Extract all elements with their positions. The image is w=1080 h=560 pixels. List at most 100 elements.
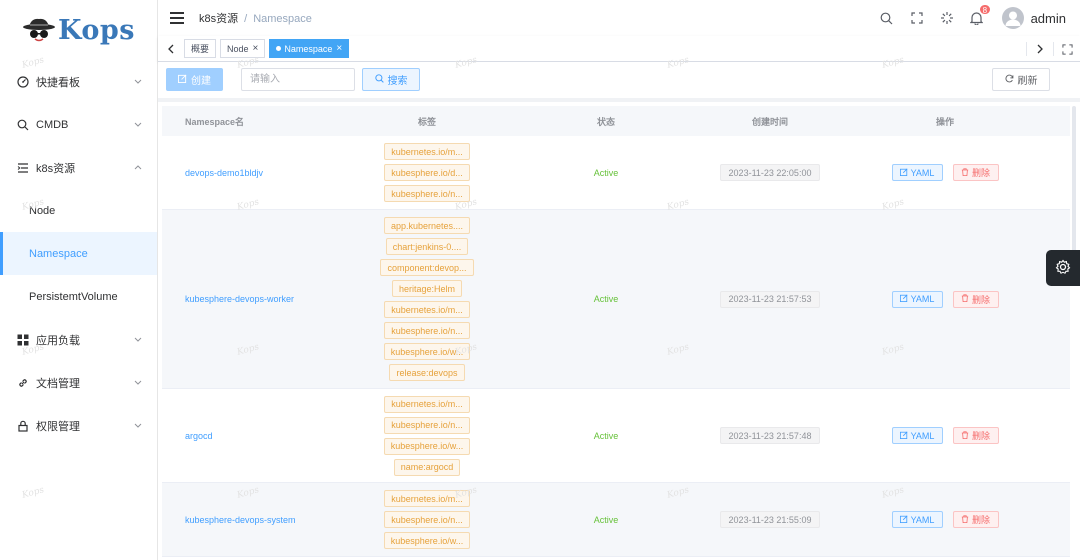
tags-view: 概要 Node × Namespace × [158,36,1080,62]
close-icon[interactable]: × [336,43,342,54]
yaml-button-label: YAML [910,430,935,441]
label-tag: kubesphere.io/w... [383,532,471,549]
status-text: Active [593,514,619,525]
refresh-icon [1005,74,1014,86]
chevron-down-icon [133,421,143,431]
label-tag: heritage:Helm [391,280,463,297]
settings-button[interactable] [1046,250,1080,286]
namespace-name[interactable]: argocd [162,431,362,441]
fullscreen-icon[interactable] [902,0,932,36]
sidebar-item-label: 快捷看板 [36,76,80,89]
notification-badge: 8 [978,4,992,15]
sidebar-item-workloads[interactable]: 应用负载 [0,318,157,361]
sidebar-item-persistentvolume[interactable]: PersistemtVolume [0,275,157,318]
sidebar-item-k8s[interactable]: k8s资源 [0,146,157,189]
search-icon[interactable] [872,0,902,36]
tag-node[interactable]: Node × [220,39,266,58]
sidebar-item-label: CMDB [36,118,69,131]
yaml-button[interactable]: YAML [891,164,943,181]
namespace-table: Namespace名 标签 状态 创建时间 操作 devops-demo1bld… [162,106,1070,557]
lock-icon [16,419,29,432]
search-icon [16,118,29,131]
actions-cell: YAML 删除 [820,164,1070,181]
column-header: 标签 [417,116,436,127]
hamburger-icon[interactable] [170,12,184,24]
edit-icon [178,74,187,86]
namespace-name[interactable]: kubesphere-devops-system [162,515,362,525]
loading-icon[interactable] [932,0,962,36]
column-header: 操作 [935,116,954,127]
yaml-button[interactable]: YAML [891,427,943,444]
yaml-button-label: YAML [910,167,935,178]
table-row: argocd kubernetes.io/m... kubesphere.io/n.… [162,389,1070,483]
username[interactable]: admin [1031,11,1066,26]
label-tag: kubesphere.io/n... [384,416,470,434]
label-tag: kubesphere.io/d... [384,164,470,181]
sidebar-item-node[interactable]: Node [0,189,157,232]
delete-button[interactable]: 删除 [952,511,999,528]
tag-namespace[interactable]: Namespace × [269,39,350,58]
refresh-button-label: 刷新 [1017,76,1038,87]
label-tag: kubesphere.io/n... [384,322,470,339]
close-icon[interactable]: × [253,43,259,54]
delete-button[interactable]: 删除 [952,290,999,308]
label-tag: kubesphere.io/w... [383,343,471,360]
trash-icon [961,294,969,304]
edit-icon [899,168,908,178]
table-body: devops-demo1bldjv kubernetes.io/m... kubes… [162,136,1070,557]
table-header: Namespace名 标签 状态 创建时间 操作 [162,106,1070,136]
bell-icon[interactable]: 8 [962,0,992,36]
sidebar-item-dashboard[interactable]: 快捷看板 [0,60,157,103]
navbar-actions: 8 admin [872,0,1066,36]
label-tag: kubernetes.io/m... [384,143,470,160]
label-tag: kubesphere.io/w... [383,437,471,455]
main-content: 创建 搜索 刷新 Namespace名 标签 状态 创建时间 操作 devops… [158,62,1080,560]
sidebar-item-label: k8s资源 [36,162,76,175]
chevron-down-icon [133,378,143,388]
status-text: Active [593,294,619,304]
column-header: Namespace名 [185,116,245,127]
breadcrumb-parent[interactable]: k8s资源 [199,13,238,25]
tag-overview[interactable]: 概要 [184,39,217,58]
actions-cell: YAML 删除 [820,427,1070,444]
labels-cell: app.kubernetes.... chart:jenkins-0.... com… [362,212,492,386]
divider [158,98,1080,102]
sidebar-item-cmdb[interactable]: CMDB [0,103,157,146]
status-text: Active [593,430,619,441]
label-tag: kubernetes.io/m... [384,301,470,318]
chevron-left-icon[interactable] [158,36,184,62]
gear-icon [1055,259,1071,278]
logo[interactable]: Kops [0,0,157,60]
delete-button[interactable]: 删除 [952,427,999,444]
table-row: kubesphere-devops-system kubernetes.io/m.… [162,483,1070,557]
created-time-cell: 2023-11-23 21:55:09 [719,511,821,528]
scrollbar[interactable] [1072,106,1076,256]
tag-label: 概要 [191,44,210,54]
sidebar-item-docs[interactable]: 文档管理 [0,361,157,404]
trash-icon [961,514,969,525]
namespace-name[interactable]: kubesphere-devops-worker [162,294,362,304]
yaml-button[interactable]: YAML [891,511,943,528]
created-time-cell: 2023-11-23 21:57:48 [719,427,821,444]
delete-button-label: 删除 [971,515,990,525]
created-time: 2023-11-23 21:55:09 [719,511,821,528]
fullscreen-icon[interactable] [1054,36,1080,62]
avatar[interactable] [1001,7,1024,29]
yaml-button[interactable]: YAML [891,290,943,308]
grid-icon [16,333,29,346]
refresh-button[interactable]: 刷新 [992,68,1050,91]
namespace-name[interactable]: devops-demo1bldjv [162,168,362,178]
created-time-cell: 2023-11-23 22:05:00 [719,164,821,181]
search-button[interactable]: 搜索 [362,68,420,91]
chevron-down-icon [133,120,143,130]
created-time-cell: 2023-11-23 21:57:53 [719,290,821,308]
create-button[interactable]: 创建 [166,68,223,91]
search-input[interactable] [241,68,355,91]
label-tag: app.kubernetes.... [383,217,471,234]
delete-button[interactable]: 删除 [952,164,999,181]
sidebar-item-permissions[interactable]: 权限管理 [0,404,157,447]
edit-icon [899,515,908,525]
chevron-right-icon[interactable] [1027,36,1053,62]
tag-label: Node [227,43,249,54]
sidebar-item-namespace[interactable]: Namespace [0,232,157,275]
